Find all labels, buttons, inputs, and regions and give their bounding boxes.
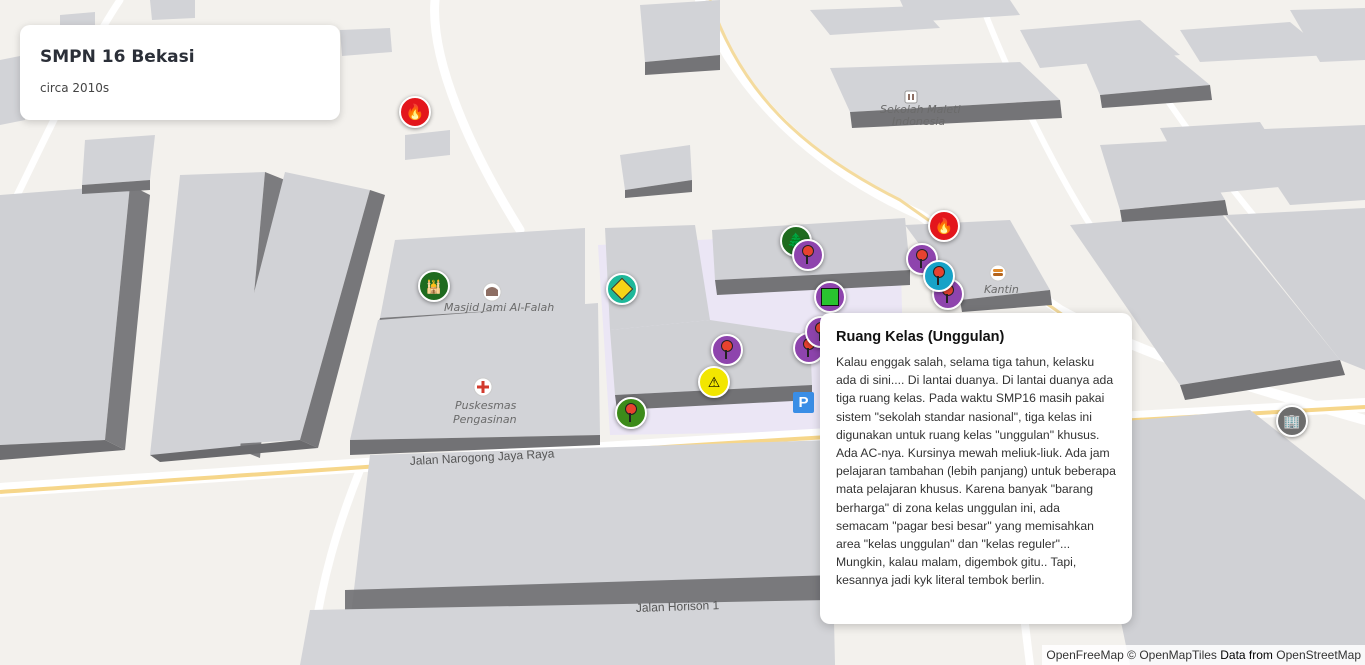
fire-icon: 🔥	[405, 103, 425, 121]
crossing-marker[interactable]	[606, 273, 638, 305]
mosque-marker[interactable]: 🕌	[418, 270, 450, 302]
pin-icon	[916, 249, 928, 268]
openfreemap-link[interactable]: OpenFreeMap	[1046, 648, 1123, 662]
popup-body: Kalau enggak salah, selama tiga tahun, k…	[836, 355, 1116, 588]
purple-pin-marker-4[interactable]	[711, 334, 743, 366]
info-popup: Ruang Kelas (Unggulan) Kalau enggak sala…	[820, 313, 1132, 624]
crossing-icon	[610, 277, 634, 301]
puskesmas-label-1: Puskesmas	[455, 399, 517, 412]
mosque-poi-icon	[482, 282, 502, 302]
green-pin-marker[interactable]	[615, 397, 647, 429]
teal-pin-marker[interactable]	[923, 260, 955, 292]
sekolah-label-2: Indonesia	[892, 115, 945, 128]
map-subtitle: circa 2010s	[40, 81, 110, 95]
masjid-label: Masjid Jami Al-Falah	[444, 301, 554, 314]
openmaptiles-link[interactable]: © OpenMapTiles	[1127, 648, 1217, 662]
warning-icon: ⚠	[707, 374, 721, 390]
pin-icon	[933, 266, 945, 285]
puskesmas-label-2: Pengasinan	[453, 413, 517, 426]
mosque-icon: 🕌	[425, 278, 443, 294]
fire-marker-2[interactable]: 🔥	[928, 210, 960, 242]
building-icon: 🏢	[1283, 413, 1301, 429]
parking-icon: P	[793, 392, 814, 413]
square-icon	[821, 288, 839, 306]
square-marker[interactable]	[814, 281, 846, 313]
building-marker[interactable]: 🏢	[1276, 405, 1308, 437]
map-title: SMPN 16 Bekasi	[40, 47, 195, 67]
title-card: SMPN 16 Bekasi circa 2010s	[20, 25, 340, 120]
pin-icon	[721, 340, 733, 359]
hospital-poi-icon	[473, 377, 493, 397]
warning-marker[interactable]: ⚠	[698, 366, 730, 398]
kantin-label: Kantin	[984, 283, 1019, 296]
popup-title: Ruang Kelas (Unggulan)	[836, 329, 1005, 345]
map-attribution: OpenFreeMap © OpenMapTiles Data from Ope…	[1042, 645, 1365, 665]
jalan-horison-label: Jalan Horison 1	[636, 598, 720, 615]
pin-icon	[625, 403, 637, 422]
food-poi-icon	[989, 264, 1007, 282]
data-from-text: Data from	[1220, 648, 1273, 662]
openstreetmap-link[interactable]: OpenStreetMap	[1276, 648, 1361, 662]
purple-pin-marker-1[interactable]	[792, 239, 824, 271]
school-poi-icon	[904, 90, 918, 104]
fire-icon: 🔥	[934, 217, 954, 235]
fire-marker-1[interactable]: 🔥	[399, 96, 431, 128]
pin-icon	[802, 245, 814, 264]
